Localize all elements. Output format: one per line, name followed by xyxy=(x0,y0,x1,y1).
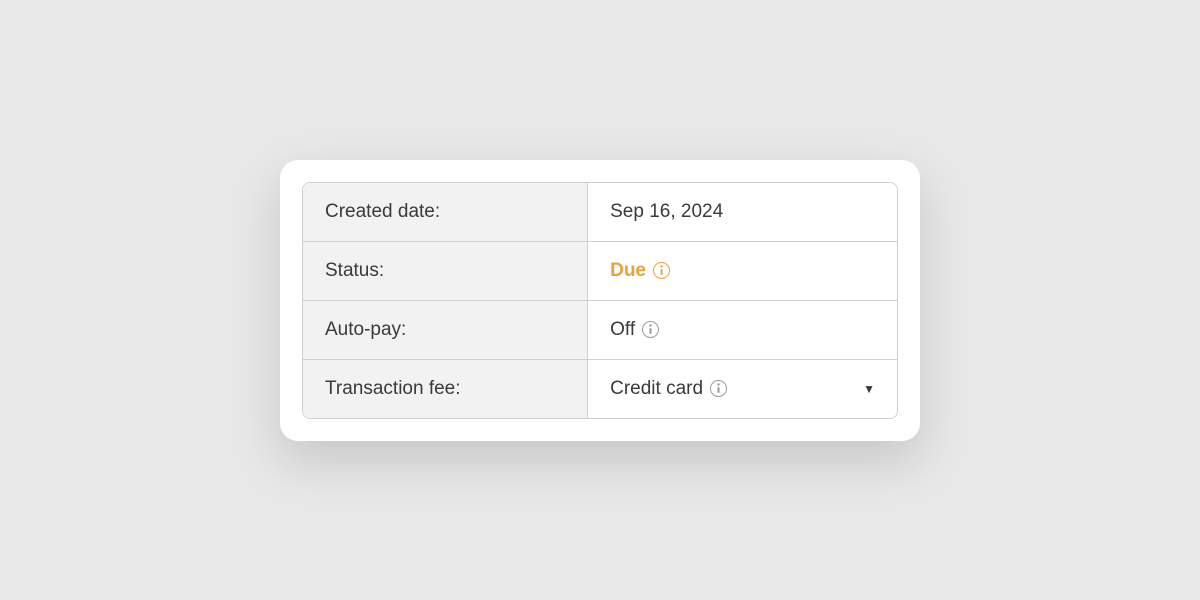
chevron-down-icon[interactable]: ▼ xyxy=(863,382,875,396)
created-date-label: Created date: xyxy=(303,183,588,241)
details-card: Created date: Sep 16, 2024 Status: Due A… xyxy=(280,160,920,441)
row-status: Status: Due xyxy=(303,242,897,301)
info-icon[interactable] xyxy=(642,321,659,338)
status-label: Status: xyxy=(303,242,588,300)
info-icon[interactable] xyxy=(653,262,670,279)
transaction-fee-label: Transaction fee: xyxy=(303,360,588,418)
created-date-value-cell: Sep 16, 2024 xyxy=(588,183,897,241)
row-created-date: Created date: Sep 16, 2024 xyxy=(303,183,897,242)
info-icon[interactable] xyxy=(710,380,727,397)
auto-pay-value: Off xyxy=(610,319,635,341)
transaction-fee-value: Credit card xyxy=(610,378,703,400)
auto-pay-label: Auto-pay: xyxy=(303,301,588,359)
status-value-cell: Due xyxy=(588,242,897,300)
auto-pay-value-cell: Off xyxy=(588,301,897,359)
transaction-fee-value-cell[interactable]: Credit card ▼ xyxy=(588,360,897,418)
details-table: Created date: Sep 16, 2024 Status: Due A… xyxy=(302,182,898,419)
status-value: Due xyxy=(610,260,646,282)
row-transaction-fee: Transaction fee: Credit card ▼ xyxy=(303,360,897,418)
created-date-value: Sep 16, 2024 xyxy=(610,201,723,223)
row-auto-pay: Auto-pay: Off xyxy=(303,301,897,360)
